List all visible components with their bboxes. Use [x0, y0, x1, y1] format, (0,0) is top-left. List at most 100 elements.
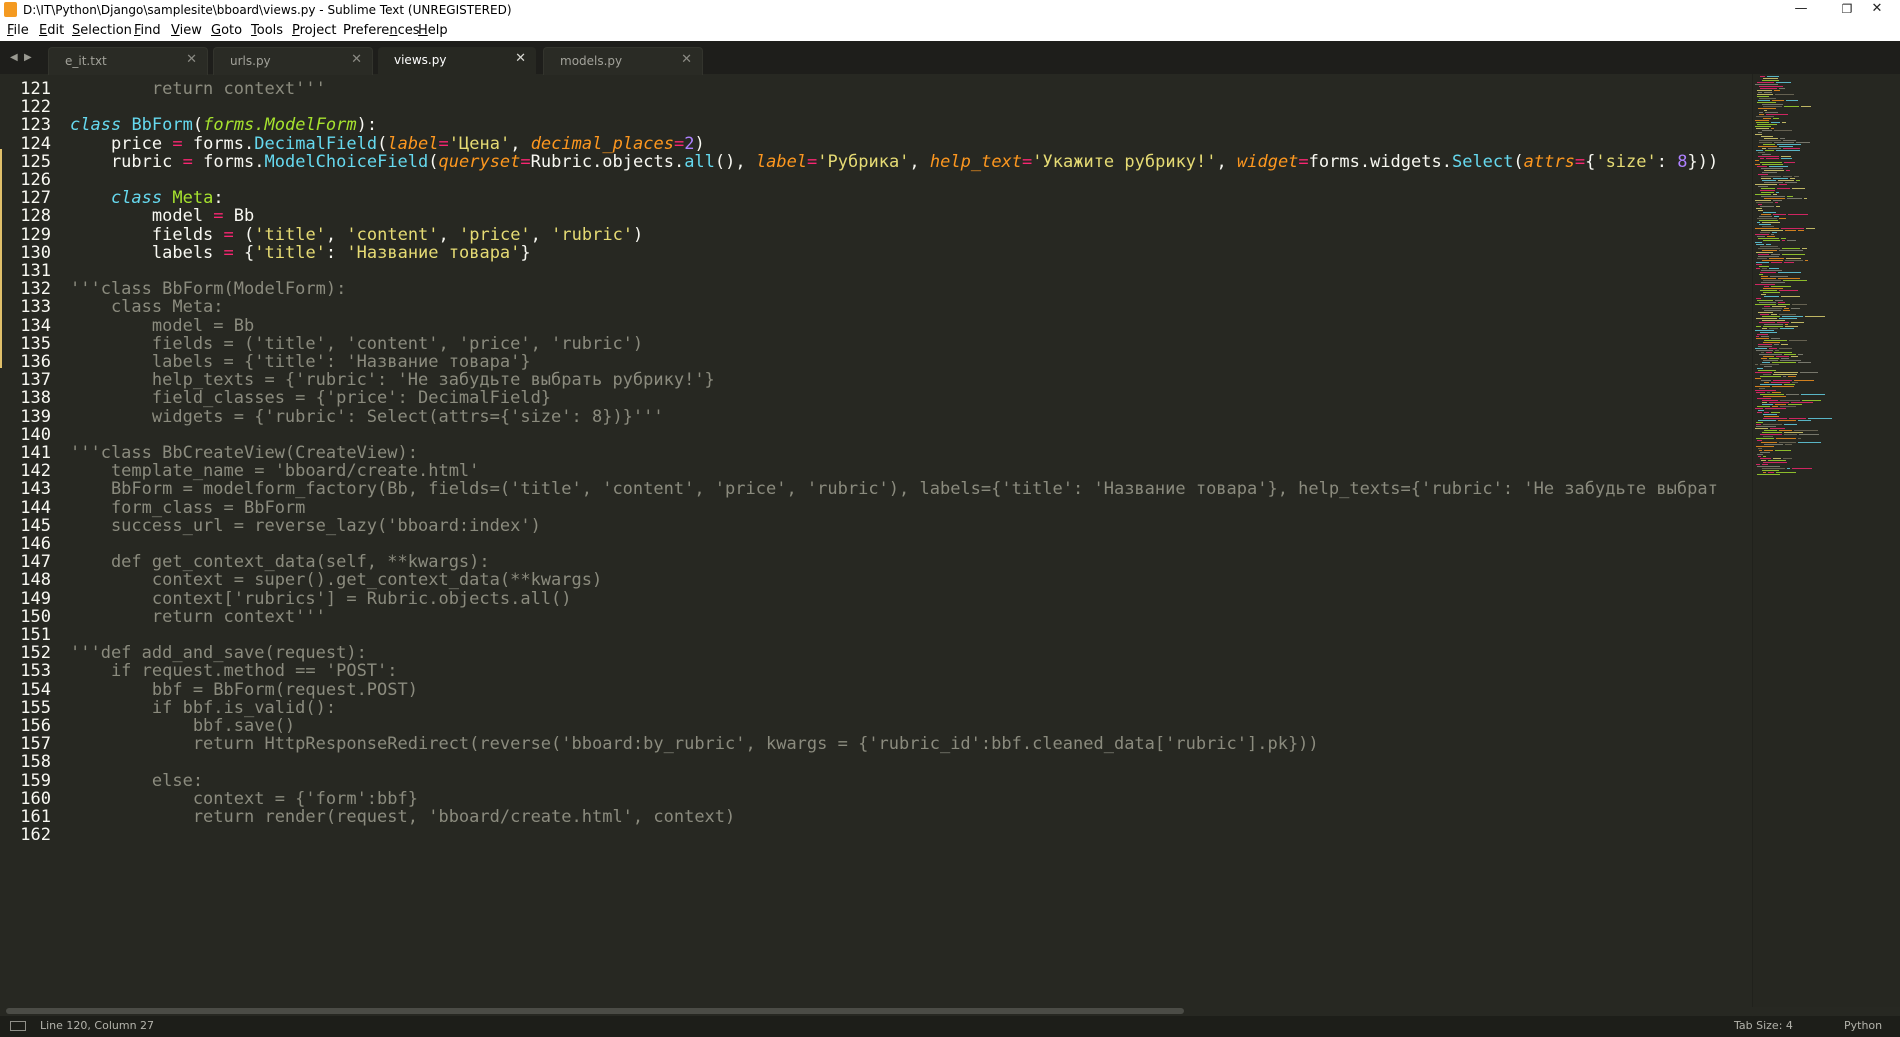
minimap-line [1756, 202, 1773, 203]
tab-urls-py[interactable]: urls.py ✕ [213, 47, 373, 75]
menu-edit[interactable]: Edit [39, 22, 64, 39]
minimap-line [1762, 470, 1779, 471]
menu-file[interactable]: File [7, 22, 29, 39]
minimap-line [1760, 232, 1770, 233]
status-tab-size[interactable]: Tab Size: 4 [1734, 1019, 1793, 1033]
minimap-line [1771, 338, 1780, 339]
tab-views-py[interactable]: views.py ✕ [378, 47, 536, 74]
minimap-line [1779, 146, 1793, 147]
minimap-line [1755, 242, 1762, 243]
tab-e-it-txt[interactable]: e_it.txt ✕ [48, 47, 208, 75]
tab-close-icon[interactable]: ✕ [186, 52, 197, 67]
minimap-line [1756, 426, 1776, 427]
minimap-line [1786, 100, 1798, 101]
minimap-line [1802, 400, 1821, 401]
minimap-line [1798, 362, 1811, 363]
tab-scroll-left-icon[interactable]: ◀ [10, 52, 18, 63]
tab-scroll-right-icon[interactable]: ▶ [24, 52, 32, 63]
minimap-line [1787, 240, 1796, 241]
minimap-line [1769, 402, 1789, 403]
tab-models-py[interactable]: models.py ✕ [543, 47, 703, 75]
minimap-line [1791, 402, 1813, 403]
window-title: D:\IT\Python\Django\samplesite\bboard\vi… [23, 3, 512, 17]
horizontal-scrollbar-thumb[interactable] [6, 1008, 1184, 1014]
minimap-line [1762, 308, 1782, 309]
minimap-line [1794, 380, 1814, 381]
minimap-line [1755, 304, 1776, 305]
menu-project[interactable]: Project [292, 22, 337, 39]
minimap-line [1763, 374, 1771, 375]
horizontal-scrollbar[interactable] [0, 1007, 1900, 1016]
tab-close-icon[interactable]: ✕ [515, 51, 526, 66]
minimap-line [1758, 210, 1763, 211]
minimap-line [1780, 360, 1801, 361]
minimap-line [1760, 88, 1777, 89]
minimap-line [1780, 400, 1800, 401]
minimap-line [1781, 156, 1791, 157]
panel-toggle-icon[interactable] [10, 1021, 26, 1031]
close-window-button[interactable]: ✕ [1854, 0, 1900, 20]
minimap-line [1773, 118, 1779, 119]
minimap-line [1764, 430, 1777, 431]
minimap-line [1779, 318, 1797, 319]
tab-label: urls.py [230, 54, 271, 68]
minimap-line [1758, 152, 1765, 153]
minimap-line [1756, 350, 1773, 351]
minimap-line [1806, 228, 1815, 229]
minimap-line [1784, 384, 1795, 385]
minimap-line [1762, 328, 1767, 329]
code-line: rubric = forms.ModelChoiceField(queryset… [70, 151, 1719, 172]
minimap-line [1805, 260, 1808, 261]
minimap[interactable] [1752, 74, 1900, 1007]
minimap-line [1779, 348, 1792, 349]
menu-find[interactable]: Find [134, 22, 161, 39]
minimap-line [1774, 344, 1779, 345]
minimap-line [1760, 384, 1782, 385]
minimap-line [1763, 396, 1786, 397]
minimap-line [1772, 392, 1781, 393]
minimap-line [1757, 440, 1762, 441]
minimap-line [1773, 380, 1792, 381]
code-editor[interactable]: return context''' class BbForm(forms.Mode… [70, 74, 1752, 1007]
minimap-line [1759, 354, 1782, 355]
minimap-line [1761, 294, 1766, 295]
menu-goto[interactable]: Goto [211, 22, 242, 39]
menu-preferences[interactable]: Preferences [343, 22, 419, 39]
tab-close-icon[interactable]: ✕ [351, 52, 362, 67]
minimap-line [1779, 88, 1785, 89]
minimize-button[interactable]: — [1778, 0, 1824, 20]
minimap-line [1771, 262, 1782, 263]
minimap-line [1757, 454, 1763, 455]
minimap-line [1764, 444, 1783, 445]
minimap-line [1776, 438, 1796, 439]
minimap-line [1762, 362, 1770, 363]
minimap-line [1761, 276, 1768, 277]
minimap-line [1792, 304, 1807, 305]
minimap-line [1760, 76, 1765, 77]
minimap-line [1762, 468, 1785, 469]
menu-tools[interactable]: Tools [251, 22, 283, 39]
minimap-line [1792, 382, 1798, 383]
status-syntax[interactable]: Python [1844, 1019, 1882, 1033]
minimap-line [1774, 130, 1792, 131]
minimap-line [1774, 216, 1779, 217]
menu-preferences-mnemonic: n [389, 23, 398, 38]
menu-help[interactable]: Help [418, 22, 448, 39]
minimap-line [1759, 450, 1762, 451]
menu-selection[interactable]: Selection [72, 22, 132, 39]
minimap-line [1761, 442, 1777, 443]
minimap-line [1778, 420, 1796, 421]
minimap-line [1782, 240, 1785, 241]
tab-close-icon[interactable]: ✕ [681, 52, 692, 67]
minimap-line [1755, 126, 1771, 127]
minimap-line [1757, 94, 1773, 95]
minimap-line [1757, 90, 1772, 91]
minimap-line [1756, 326, 1761, 327]
code-line: return context''' [70, 606, 326, 627]
minimap-line [1775, 404, 1786, 405]
minimap-line [1759, 220, 1778, 221]
minimap-line [1777, 322, 1789, 323]
menu-view[interactable]: View [171, 22, 202, 39]
minimap-line [1757, 82, 1774, 83]
title-bar: D:\IT\Python\Django\samplesite\bboard\vi… [0, 0, 1900, 20]
